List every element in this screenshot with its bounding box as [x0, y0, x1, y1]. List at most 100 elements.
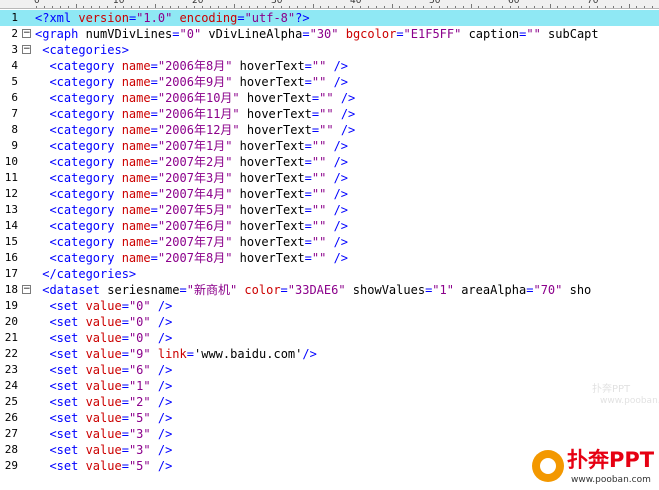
code-text: <set value="2" />	[35, 394, 172, 410]
code-token-val: ""	[311, 203, 327, 217]
code-token-val: "2007年4月"	[157, 187, 233, 201]
code-line[interactable]: 6 <category name="2006年10月" hoverText=""…	[0, 90, 659, 106]
code-line[interactable]: 18− <dataset seriesname="新商机" color="33D…	[0, 282, 659, 298]
code-token-val: "2007年5月"	[157, 203, 233, 217]
code-line[interactable]: 26 <set value="5" />	[0, 410, 659, 426]
line-number: 3	[11, 43, 18, 56]
code-token-val: "2"	[128, 395, 151, 409]
code-token-tag: <set	[35, 347, 86, 361]
code-token-tag: <graph	[35, 27, 86, 41]
code-token-tag: =	[304, 155, 312, 169]
code-text: <category name="2007年1月" hoverText="" />	[35, 138, 348, 154]
code-line[interactable]: 12 <category name="2007年4月" hoverText=""…	[0, 186, 659, 202]
code-token-tag: <category	[35, 139, 122, 153]
code-token-val: "70"	[533, 283, 563, 297]
fold-toggle-icon[interactable]: −	[22, 29, 31, 38]
code-token-tag: =	[121, 299, 129, 313]
line-number: 15	[4, 235, 18, 248]
code-token-tag: />	[150, 315, 173, 329]
code-line[interactable]: 1 <?xml version="1.0" encoding="utf-8"?>	[0, 10, 659, 26]
code-token-tag: />	[150, 427, 173, 441]
code-line[interactable]: 21 <set value="0" />	[0, 330, 659, 346]
line-number: 12	[4, 187, 18, 200]
code-token-attr: value	[85, 363, 122, 377]
code-line[interactable]: 11 <category name="2007年3月" hoverText=""…	[0, 170, 659, 186]
code-text: <category name="2006年8月" hoverText="" />	[35, 58, 348, 74]
code-token-attr: name	[121, 75, 151, 89]
code-text: <set value="0" />	[35, 330, 172, 346]
code-line[interactable]: 3− <categories>	[0, 42, 659, 58]
code-text: </categories>	[35, 266, 136, 282]
code-line[interactable]: 25 <set value="2" />	[0, 394, 659, 410]
code-text: <category name="2007年7月" hoverText="" />	[35, 234, 348, 250]
code-token-val: "E1F5FF"	[403, 27, 462, 41]
code-token-attr: value	[85, 299, 122, 313]
code-line[interactable]: 10 <category name="2007年2月" hoverText=""…	[0, 154, 659, 170]
code-token-tag: =	[304, 171, 312, 185]
code-token-tag: =	[172, 27, 180, 41]
code-token-attr: version	[78, 11, 129, 25]
code-token-val: ""	[311, 235, 327, 249]
code-token-attr: color	[244, 283, 281, 297]
code-token-tag: =	[186, 347, 194, 361]
code-line[interactable]: 22 <set value="9" link='www.baidu.com'/>	[0, 346, 659, 362]
code-token-tag: <set	[35, 331, 86, 345]
code-token-tag: =	[150, 107, 158, 121]
code-token-txt: hoverText	[239, 123, 312, 137]
code-line[interactable]: 9 <category name="2007年1月" hoverText="" …	[0, 138, 659, 154]
code-token-attr: link	[157, 347, 187, 361]
code-token-val: "utf-8"	[244, 11, 296, 25]
code-token-val: "2007年7月"	[157, 235, 233, 249]
code-token-tag: =	[150, 203, 158, 217]
code-line[interactable]: 5 <category name="2006年9月" hoverText="" …	[0, 74, 659, 90]
code-line[interactable]: 15 <category name="2007年7月" hoverText=""…	[0, 234, 659, 250]
code-token-tag: =	[121, 427, 129, 441]
code-token-tag: />	[326, 219, 349, 233]
code-token-tag: =	[280, 283, 288, 297]
code-token-tag: />	[333, 91, 356, 105]
code-token-tag: =	[150, 59, 158, 73]
code-text: <set value="0" />	[35, 298, 172, 314]
code-token-val: "0"	[128, 315, 151, 329]
code-token-val: "0"	[179, 27, 202, 41]
code-token-attr: value	[85, 379, 122, 393]
line-number: 1	[11, 11, 18, 24]
code-token-tag: <set	[35, 379, 86, 393]
code-line[interactable]: 23 <set value="6" />	[0, 362, 659, 378]
code-line[interactable]: 27 <set value="3" />	[0, 426, 659, 442]
line-number: 8	[11, 123, 18, 136]
code-line[interactable]: 7 <category name="2006年11月" hoverText=""…	[0, 106, 659, 122]
code-token-tag: <category	[35, 219, 122, 233]
code-text: <category name="2007年8月" hoverText="" />	[35, 250, 348, 266]
fold-toggle-icon[interactable]: −	[22, 285, 31, 294]
code-token-val: "9"	[128, 347, 151, 361]
code-line[interactable]: 16 <category name="2007年8月" hoverText=""…	[0, 250, 659, 266]
code-token-tag: />	[326, 59, 349, 73]
code-text: <set value="1" />	[35, 378, 172, 394]
code-line[interactable]: 20 <set value="0" />	[0, 314, 659, 330]
code-editor[interactable]: 1 <?xml version="1.0" encoding="utf-8"?> 2…	[0, 10, 659, 480]
code-token-tag	[172, 11, 179, 25]
code-token-val: ""	[311, 59, 327, 73]
code-token-tag: />	[326, 171, 349, 185]
code-token-val: ""	[526, 27, 541, 41]
code-token-tag: />	[302, 347, 317, 361]
code-token-val: "33DAE6"	[287, 283, 346, 297]
code-line[interactable]: 14 <category name="2007年6月" hoverText=""…	[0, 218, 659, 234]
code-line[interactable]: 17 </categories>	[0, 266, 659, 282]
code-line[interactable]: 19 <set value="0" />	[0, 298, 659, 314]
line-number: 2	[11, 27, 18, 40]
code-token-tag: />	[333, 107, 356, 121]
code-token-attr: value	[85, 315, 122, 329]
code-line[interactable]: 13 <category name="2007年5月" hoverText=""…	[0, 202, 659, 218]
code-text: <set value="0" />	[35, 314, 172, 330]
code-line[interactable]: 4 <category name="2006年8月" hoverText="" …	[0, 58, 659, 74]
code-line[interactable]: 8 <category name="2006年12月" hoverText=""…	[0, 122, 659, 138]
fold-toggle-icon[interactable]: −	[22, 45, 31, 54]
code-token-txt: showValues	[345, 283, 426, 297]
code-token-tag: =	[304, 251, 312, 265]
code-line[interactable]: 2− <graph numVDivLines="0" vDivLineAlpha=…	[0, 26, 659, 42]
code-line[interactable]: 24 <set value="1" />	[0, 378, 659, 394]
code-token-txt: hoverText	[232, 251, 305, 265]
